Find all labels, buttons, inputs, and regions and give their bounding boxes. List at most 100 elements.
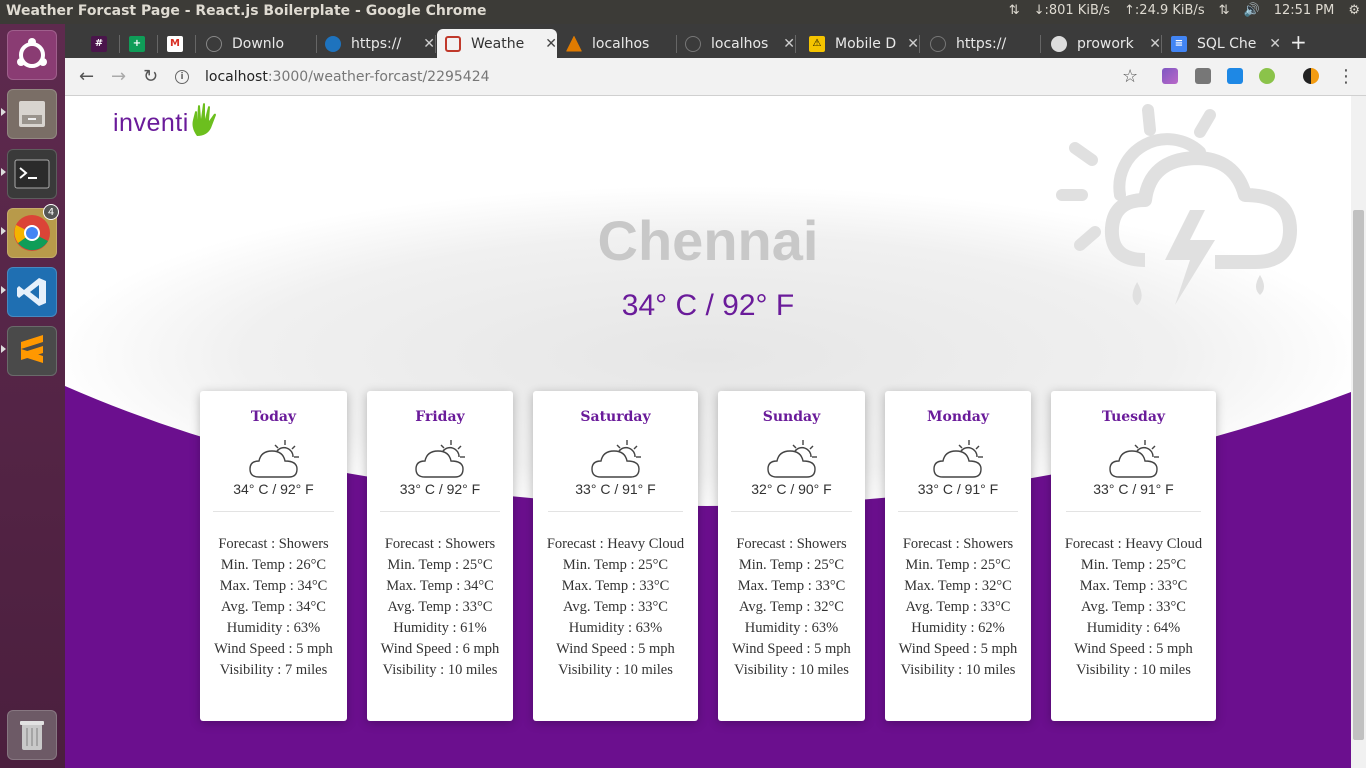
browser-toolbar: ← → ↻ i localhost:3000/weather-forcast/2… [65,58,1366,96]
partly-cloudy-icon [415,440,465,478]
network-icon[interactable]: ⇅ [1219,3,1230,18]
tab-localhost-1[interactable]: localhos [558,29,677,58]
card-wind-speed: Wind Speed : 5 mph [1074,641,1193,657]
card-humidity: Humidity : 62% [911,620,1005,636]
tab-weather[interactable]: Weathe ✕ [437,29,557,58]
card-visibility: Visibility : 7 miles [219,662,328,678]
sublime-app-button[interactable] [7,326,57,376]
tab-slack[interactable]: # [83,29,120,58]
tab-gmail[interactable]: M [159,29,196,58]
card-forecast: Forecast : Showers [218,536,329,552]
tab-close-icon[interactable]: ✕ [423,36,435,52]
chrome-icon [14,215,50,251]
gear-icon[interactable]: ⚙ [1348,3,1360,18]
card-max-temp: Max. Temp : 33°C [737,578,846,594]
terminal-icon [14,159,50,189]
card-max-temp: Max. Temp : 34°C [386,578,494,594]
card-humidity: Humidity : 63% [568,620,663,636]
card-visibility: Visibility : 10 miles [900,662,1016,678]
partly-cloudy-icon [1108,440,1159,478]
city-name: Chennai [597,209,819,272]
card-day: Tuesday [1101,409,1166,425]
launcher: 4 [0,24,65,768]
card-temperature: 33° C / 92° F [399,481,481,497]
tab-close-icon[interactable]: ✕ [783,36,795,52]
forecast-card-saturday: Saturday 33° C / 91° F Forecast : Heavy … [533,391,698,721]
tab-close-icon[interactable]: ✕ [545,36,557,52]
card-day: Saturday [580,409,651,425]
net-down-speed: ↓:801 KiB/s [1033,3,1111,18]
card-max-temp: Max. Temp : 33°C [1079,578,1188,594]
reload-icon[interactable]: ↻ [143,66,158,87]
card-divider [213,511,334,512]
inventi-logo[interactable]: inventi [113,102,219,138]
bookmark-star-icon[interactable]: ☆ [1122,66,1138,87]
card-forecast: Forecast : Showers [384,536,496,552]
card-wind-speed: Wind Speed : 5 mph [898,641,1018,657]
back-arrow-icon[interactable]: ← [79,66,94,87]
tab-close-icon[interactable]: ✕ [907,36,919,52]
new-tab-button[interactable]: + [1290,30,1307,54]
tab-downloads[interactable]: Downlo [198,29,317,58]
clock[interactable]: 12:51 PM [1274,3,1335,18]
address-bar[interactable]: i localhost:3000/weather-forcast/2295424 [175,63,1175,91]
network-arrows-icon[interactable]: ⇅ [1009,3,1020,18]
trash-button[interactable] [7,710,57,760]
tab-sql[interactable]: ≡ SQL Che ✕ [1163,29,1281,58]
warning-site-icon: ⚠ [809,35,825,52]
vscode-app-button[interactable] [7,267,57,317]
files-app-button[interactable] [7,89,57,139]
card-forecast: Forecast : Heavy Cloud [1064,536,1203,552]
scrollbar-thumb[interactable] [1353,210,1364,740]
tab-https-1[interactable]: https:// ✕ [317,29,436,58]
tab-localhost-2[interactable]: localhos ✕ [677,29,796,58]
table-extension-icon[interactable] [1227,68,1243,84]
card-forecast: Forecast : Showers [902,536,1014,552]
card-min-temp: Min. Temp : 25°C [905,557,1011,573]
card-visibility: Visibility : 10 miles [1076,662,1191,678]
page-scrollbar[interactable] [1351,96,1366,768]
chrome-window-count: 4 [43,204,59,220]
chrome-app-button[interactable]: 4 [7,204,59,258]
ubuntu-logo-icon [17,38,47,68]
info-icon[interactable]: i [175,70,189,84]
ubuntu-dash-button[interactable] [7,30,57,80]
sublime-icon [21,335,43,363]
tab-close-icon[interactable]: ✕ [1149,36,1161,52]
card-forecast: Forecast : Heavy Cloud [546,536,685,552]
menu-kebab-icon[interactable]: ⋮ [1337,66,1355,87]
profile-avatar[interactable] [1303,68,1319,84]
node-extension-icon[interactable] [1259,68,1275,84]
terminal-app-button[interactable] [7,149,57,199]
gmail-icon: M [167,35,183,52]
eyedropper-extension-icon[interactable] [1195,68,1211,84]
card-min-temp: Min. Temp : 25°C [738,557,845,573]
card-temperature: 34° C / 92° F [233,481,314,497]
card-visibility: Visibility : 10 miles [734,662,849,678]
tab-close-icon[interactable]: ✕ [1269,36,1281,52]
card-visibility: Visibility : 10 miles [382,662,498,678]
tab-strip: # + M Downlo https:// ✕ Weathe ✕ localho… [65,24,1366,58]
tab-github[interactable]: prowork ✕ [1043,29,1162,58]
card-avg-temp: Avg. Temp : 33°C [1081,599,1186,615]
card-wind-speed: Wind Speed : 5 mph [556,641,675,657]
kibana-icon [566,35,582,52]
trash-icon [20,721,44,750]
tab-mobile[interactable]: ⚠ Mobile D ✕ [801,29,920,58]
card-avg-temp: Avg. Temp : 33°C [563,599,668,615]
card-avg-temp: Avg. Temp : 33°C [905,599,1011,615]
window-title: Weather Forcast Page - React.js Boilerpl… [6,3,487,19]
feather-extension-icon[interactable] [1162,68,1178,84]
card-divider [1065,511,1202,512]
top-panel: Weather Forcast Page - React.js Boilerpl… [0,0,1366,24]
card-day: Sunday [762,409,821,425]
partly-cloudy-icon [590,440,641,478]
forward-arrow-icon[interactable]: → [111,66,126,87]
tab-sheets[interactable]: + [121,29,158,58]
partly-cloudy-icon [933,440,983,478]
site-icon [325,35,341,52]
logo-text: inventi [113,109,189,137]
card-min-temp: Min. Temp : 25°C [387,557,493,573]
volume-icon[interactable]: 🔊 [1244,3,1260,18]
tab-https-2[interactable]: https:// [922,29,1041,58]
